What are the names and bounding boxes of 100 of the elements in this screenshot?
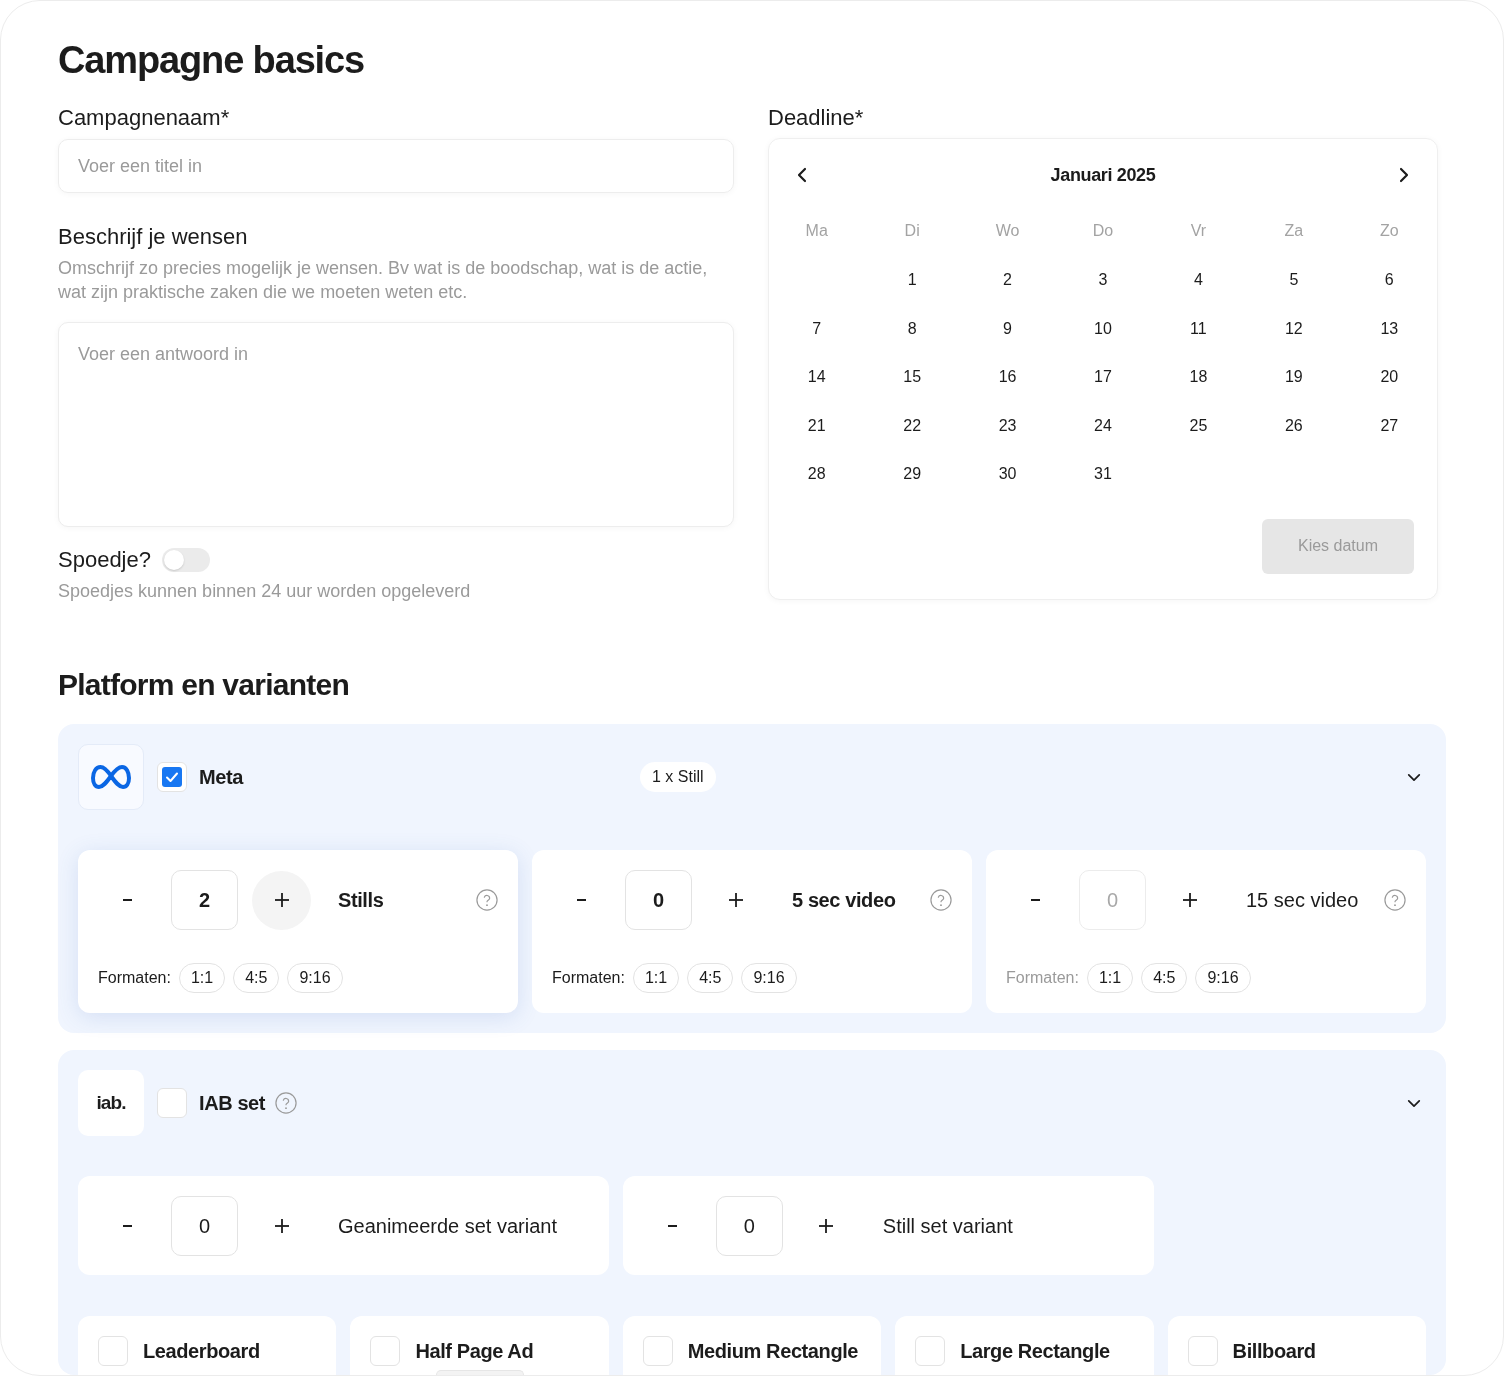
calendar-day[interactable]: 27: [1380, 415, 1399, 436]
check-icon: [162, 767, 182, 787]
calendar-day[interactable]: 15: [903, 367, 922, 388]
plus-icon: [728, 893, 743, 907]
variant-label: Still set variant: [882, 1214, 1013, 1239]
chevron-down-icon: [1407, 772, 1421, 782]
calendar-day[interactable]: 25: [1189, 415, 1208, 436]
section-title: Platform en varianten: [58, 667, 350, 703]
calendar-day[interactable]: 21: [807, 415, 826, 436]
count-field[interactable]: 0: [625, 870, 692, 930]
calendar-day[interactable]: 22: [903, 415, 922, 436]
calendar-day[interactable]: 6: [1384, 270, 1394, 291]
variant-label: 5 sec video: [792, 888, 896, 913]
size-label: Half Page Ad: [415, 1339, 534, 1364]
summary-badge: 1 x Still: [640, 762, 716, 792]
formats-label: Formaten:: [98, 968, 171, 988]
formats-label: Formaten:: [1006, 968, 1079, 988]
previous-month-button[interactable]: [795, 166, 809, 184]
weekday-label: Zo: [1379, 221, 1399, 241]
calendar-day[interactable]: 19: [1284, 367, 1303, 388]
minus-icon: [667, 1225, 677, 1227]
field-label: Beschrijf je wensen: [58, 223, 248, 251]
formats-label: Formaten:: [552, 968, 625, 988]
variant-label: Stills: [338, 888, 384, 913]
month-title: Januari 2025: [1050, 164, 1156, 187]
calendar-day[interactable]: 30: [998, 464, 1017, 485]
calendar-day[interactable]: 16: [998, 367, 1017, 388]
size-checkbox[interactable]: [642, 1336, 673, 1366]
platform-name: Meta: [199, 765, 243, 790]
count-field[interactable]: 2: [171, 870, 238, 930]
calendar-day[interactable]: 24: [1094, 415, 1112, 436]
help-text: Omschrijf zo precies mogelijk je wensen. Bv wat is de boodschap, wat is de actie, wat zijn praktische zaken die we moeten weten etc.: [58, 257, 709, 304]
logo-wordmark: iab.: [96, 1092, 126, 1114]
format-chip[interactable]: 1:1: [178, 963, 226, 993]
platform-checkbox[interactable]: [157, 1088, 187, 1118]
calendar-day[interactable]: 3: [1098, 270, 1108, 291]
size-label: Large Rectangle: [960, 1339, 1110, 1364]
variant-label: Geanimeerde set variant: [338, 1214, 557, 1239]
chevron-left-icon: [797, 167, 807, 183]
calendar-day[interactable]: 8: [907, 318, 917, 339]
platform-checkbox[interactable]: [157, 762, 187, 792]
format-chip[interactable]: 9:16: [287, 963, 343, 993]
minus-icon: [123, 1225, 132, 1227]
size-label: Medium Rectangle: [687, 1339, 859, 1364]
title-input[interactable]: Voer een titel in: [58, 139, 734, 193]
minus-icon: [123, 899, 132, 901]
minus-icon: [1031, 899, 1040, 901]
infinity-logo-icon: [91, 764, 131, 790]
help-text: Spoedjes kunnen binnen 24 uur worden opgeleverd: [58, 580, 471, 603]
calendar-day[interactable]: 11: [1190, 318, 1207, 339]
format-chip[interactable]: 4:5: [687, 963, 734, 993]
toggle-switch[interactable]: [162, 548, 210, 572]
calendar-day[interactable]: 18: [1189, 367, 1208, 388]
size-checkbox[interactable]: [915, 1336, 946, 1366]
calendar-day[interactable]: 29: [903, 464, 922, 485]
count-field[interactable]: 0: [171, 1196, 238, 1256]
variant-label: 15 sec video: [1246, 888, 1359, 913]
calendar-day[interactable]: 4: [1193, 270, 1203, 291]
weekday-label: Vr: [1190, 221, 1207, 241]
calendar-day[interactable]: 9: [1003, 318, 1012, 339]
calendar-day[interactable]: 10: [1094, 318, 1112, 339]
calendar-day[interactable]: 23: [998, 415, 1017, 436]
calendar-day[interactable]: 1: [907, 270, 917, 291]
page-title: Campagne basics: [58, 38, 366, 83]
calendar-day[interactable]: 20: [1380, 367, 1399, 388]
size-label: Leaderboard: [143, 1339, 260, 1364]
next-month-button[interactable]: [1397, 166, 1411, 184]
size-label: Billboard: [1232, 1339, 1316, 1364]
plus-icon: [819, 1219, 834, 1233]
field-label: Deadline*: [768, 104, 864, 132]
help-icon[interactable]: [275, 1092, 298, 1114]
calendar-day[interactable]: 26: [1284, 415, 1303, 436]
answer-textarea[interactable]: Voer een antwoord in: [58, 322, 734, 527]
format-chip[interactable]: 4:5: [233, 963, 280, 993]
field-label: Spoedje?: [58, 546, 151, 574]
size-checkbox[interactable]: [1187, 1336, 1218, 1366]
calendar-day[interactable]: 28: [807, 464, 826, 485]
calendar-day[interactable]: 14: [807, 367, 826, 388]
weekday-label: Di: [904, 221, 920, 241]
calendar-day[interactable]: 17: [1094, 367, 1112, 388]
help-icon[interactable]: [930, 889, 952, 911]
plus-icon: [274, 1219, 289, 1233]
calendar-day[interactable]: 2: [1003, 270, 1012, 291]
size-checkbox[interactable]: [98, 1336, 128, 1366]
chevron-down-icon: [1407, 1098, 1421, 1108]
calendar-day[interactable]: 13: [1380, 318, 1399, 339]
calendar-day[interactable]: 5: [1289, 270, 1299, 291]
format-chip[interactable]: 1:1: [632, 963, 680, 993]
calendar-day[interactable]: 31: [1094, 464, 1112, 485]
format-chip[interactable]: 9:16: [741, 963, 797, 993]
calendar-day[interactable]: 12: [1284, 318, 1303, 339]
weekday-label: Ma: [805, 221, 828, 241]
chevron-right-icon: [1399, 167, 1409, 183]
help-icon[interactable]: [476, 889, 498, 911]
weekday-label: Do: [1092, 221, 1114, 241]
minus-icon: [577, 899, 586, 901]
count-field[interactable]: 0: [715, 1196, 783, 1256]
size-checkbox[interactable]: [370, 1336, 401, 1366]
field-label: Campagnenaam*: [58, 104, 230, 132]
calendar-day[interactable]: 7: [812, 318, 822, 339]
